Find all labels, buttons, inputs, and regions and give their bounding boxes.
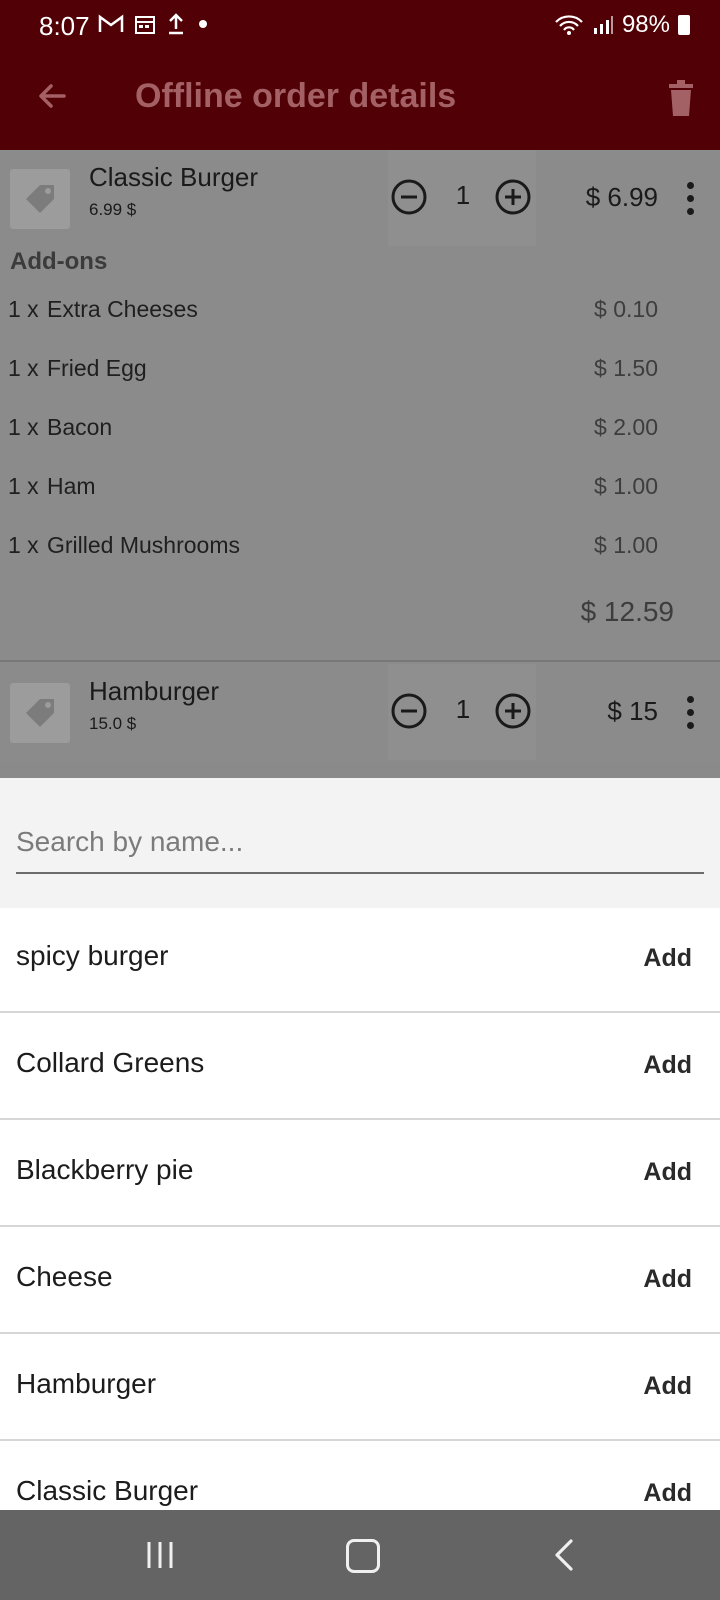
addon-row: 1 x Bacon $ 2.00 [8,414,658,454]
addon-qty: 1 x [8,414,39,440]
add-button[interactable]: Add [643,1479,692,1508]
plus-circle-icon[interactable] [494,692,532,730]
battery-icon [678,15,690,35]
search-input[interactable] [16,822,704,874]
add-button[interactable]: Add [643,1051,692,1080]
product-row: spicy burger Add [0,908,720,1013]
item-name: Hamburger [89,676,220,706]
more-vert-icon[interactable] [687,696,695,735]
calendar-icon [135,16,155,34]
add-button[interactable]: Add [643,1372,692,1401]
addon-row: 1 x Ham $ 1.00 [8,473,658,513]
product-row: Collard Greens Add [0,1015,720,1120]
item-thumbnail [10,169,70,229]
addon-price: $ 1.00 [594,473,658,499]
item-price: $ 15 [607,696,658,726]
addon-qty: 1 x [8,296,39,322]
product-name: Hamburger [16,1368,157,1399]
item-unit-price: 6.99 $ [89,200,137,219]
addon-row: 1 x Fried Egg $ 1.50 [8,355,658,395]
quantity-value: 1 [455,694,471,724]
quantity-value: 1 [455,180,471,210]
status-bar: 8:07 98% [0,0,720,52]
more-vert-icon[interactable] [687,182,695,221]
notification-icons [98,12,210,36]
quantity-stepper: 1 [388,150,536,246]
addon-price: $ 0.10 [594,296,658,322]
addon-price: $ 1.50 [594,355,658,381]
tag-icon [26,699,54,727]
addon-name: Fried Egg [47,355,147,381]
addon-qty: 1 x [8,355,39,381]
addon-name: Grilled Mushrooms [47,532,240,558]
addon-price: $ 2.00 [594,414,658,440]
upload-icon [169,13,183,35]
page-title: Offline order details [135,77,457,115]
addon-price: $ 1.00 [594,532,658,558]
home-icon[interactable] [346,1539,380,1573]
product-row: Cheese Add [0,1229,720,1334]
tag-icon [26,185,54,213]
addon-row: 1 x Grilled Mushrooms $ 1.00 [8,532,658,572]
order-item-card: Classic Burger 6.99 $ 1 $ 6.99 Add-ons 1… [0,150,720,660]
status-time: 8:07 [39,11,90,41]
addon-name: Bacon [47,414,113,440]
back-arrow-icon[interactable] [32,76,72,116]
addon-qty: 1 x [8,473,39,499]
trash-icon[interactable] [666,80,696,116]
app-bar: Offline order details [0,52,720,150]
minus-circle-icon[interactable] [390,178,428,216]
signal-icon [593,16,613,34]
dot-icon [199,20,207,28]
product-row: Hamburger Add [0,1336,720,1441]
product-name: Cheese [16,1261,113,1292]
battery-percent: 98% [621,11,670,38]
product-name: spicy burger [16,940,169,971]
product-name: Classic Burger [16,1475,199,1506]
item-total: $ 12.59 [580,596,674,627]
item-unit-price: 15.0 $ [89,714,137,733]
system-nav-bar [0,1510,720,1600]
item-thumbnail [10,683,70,743]
addon-row: 1 x Extra Cheeses $ 0.10 [8,296,658,336]
addons-title: Add-ons [10,248,108,275]
search-container [0,778,720,908]
item-name: Classic Burger [89,162,259,192]
product-name: Collard Greens [16,1047,205,1078]
product-picker-sheet: spicy burger Add Collard Greens Add Blac… [0,778,720,1548]
system-icons: 98% [554,11,690,39]
product-name: Blackberry pie [16,1154,194,1185]
addon-name: Extra Cheeses [47,296,198,322]
addon-name: Ham [47,473,96,499]
plus-circle-icon[interactable] [494,178,532,216]
addon-qty: 1 x [8,532,39,558]
recents-icon[interactable] [145,1540,175,1570]
product-row: Blackberry pie Add [0,1122,720,1227]
item-price: $ 6.99 [585,182,658,212]
add-button[interactable]: Add [643,1158,692,1187]
wifi-icon [555,15,583,35]
add-button[interactable]: Add [643,1265,692,1294]
gmail-icon [98,14,124,32]
add-button[interactable]: Add [643,944,692,973]
minus-circle-icon[interactable] [390,692,428,730]
quantity-stepper: 1 [388,664,536,760]
order-items-overlay: Classic Burger 6.99 $ 1 $ 6.99 Add-ons 1… [0,150,720,778]
order-item-card: Hamburger 15.0 $ 1 $ 15 [0,662,720,762]
nav-back-icon[interactable] [552,1538,576,1572]
